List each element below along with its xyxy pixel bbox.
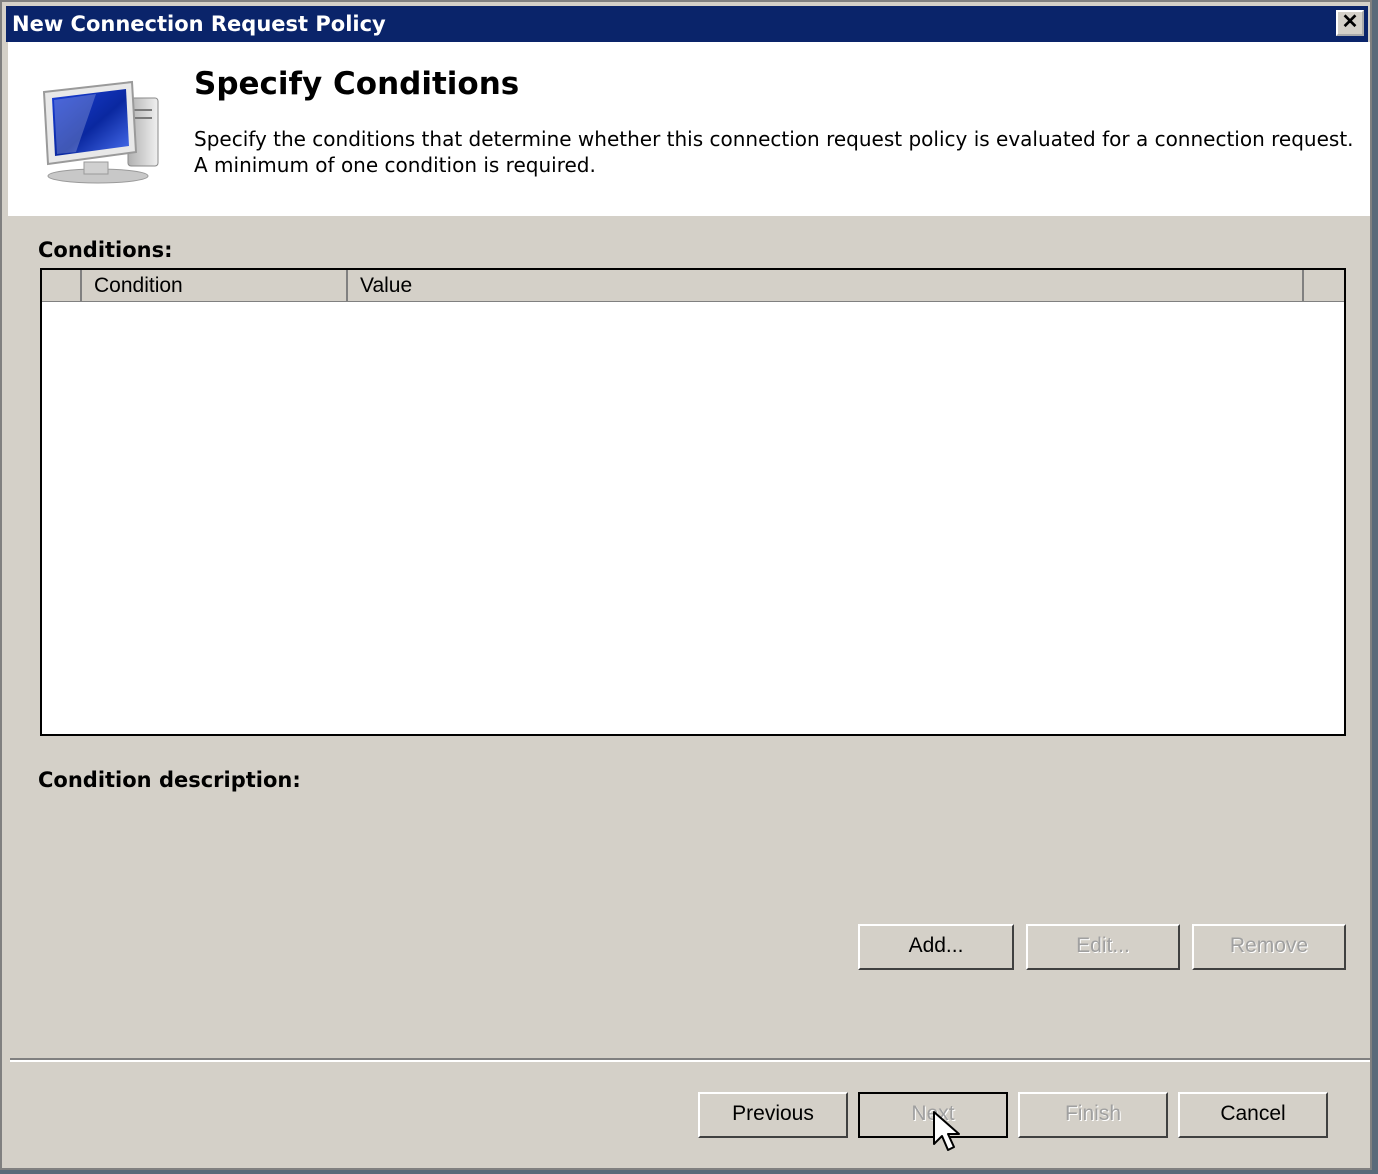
page-heading: Specify Conditions (194, 66, 520, 102)
mouse-pointer-icon (933, 1111, 960, 1151)
close-button[interactable]: ✕ (1336, 10, 1364, 36)
description-line-2: A minimum of one condition is required. (194, 153, 596, 177)
wizard-header: Specify Conditions Specify the condition… (8, 42, 1370, 216)
computer-monitor-icon (42, 80, 159, 184)
cancel-button[interactable]: Cancel (1178, 1092, 1328, 1138)
footer-separator (10, 1058, 1370, 1062)
column-header-select[interactable] (42, 270, 82, 302)
remove-condition-button[interactable]: Remove (1192, 924, 1346, 970)
conditions-label: Conditions: (38, 238, 173, 262)
title-bar[interactable]: New Connection Request Policy ✕ (6, 6, 1368, 42)
column-header-value[interactable]: Value (348, 270, 1304, 302)
finish-button[interactable]: Finish (1018, 1092, 1168, 1138)
page-description: Specify the conditions that determine wh… (194, 126, 1364, 178)
condition-description-label: Condition description: (38, 768, 301, 792)
column-header-condition[interactable]: Condition (82, 270, 348, 302)
add-condition-button[interactable]: Add... (858, 924, 1014, 970)
edit-condition-button[interactable]: Edit... (1026, 924, 1180, 970)
conditions-list[interactable]: Condition Value (40, 268, 1346, 736)
previous-button[interactable]: Previous (698, 1092, 848, 1138)
column-header-filler (1304, 270, 1344, 302)
window-title: New Connection Request Policy (12, 12, 386, 36)
condition-description-text (38, 802, 1338, 902)
description-line-1: Specify the conditions that determine wh… (194, 127, 1354, 151)
dialog-window: New Connection Request Policy ✕ Specify … (0, 0, 1372, 1170)
close-icon: ✕ (1341, 11, 1359, 33)
